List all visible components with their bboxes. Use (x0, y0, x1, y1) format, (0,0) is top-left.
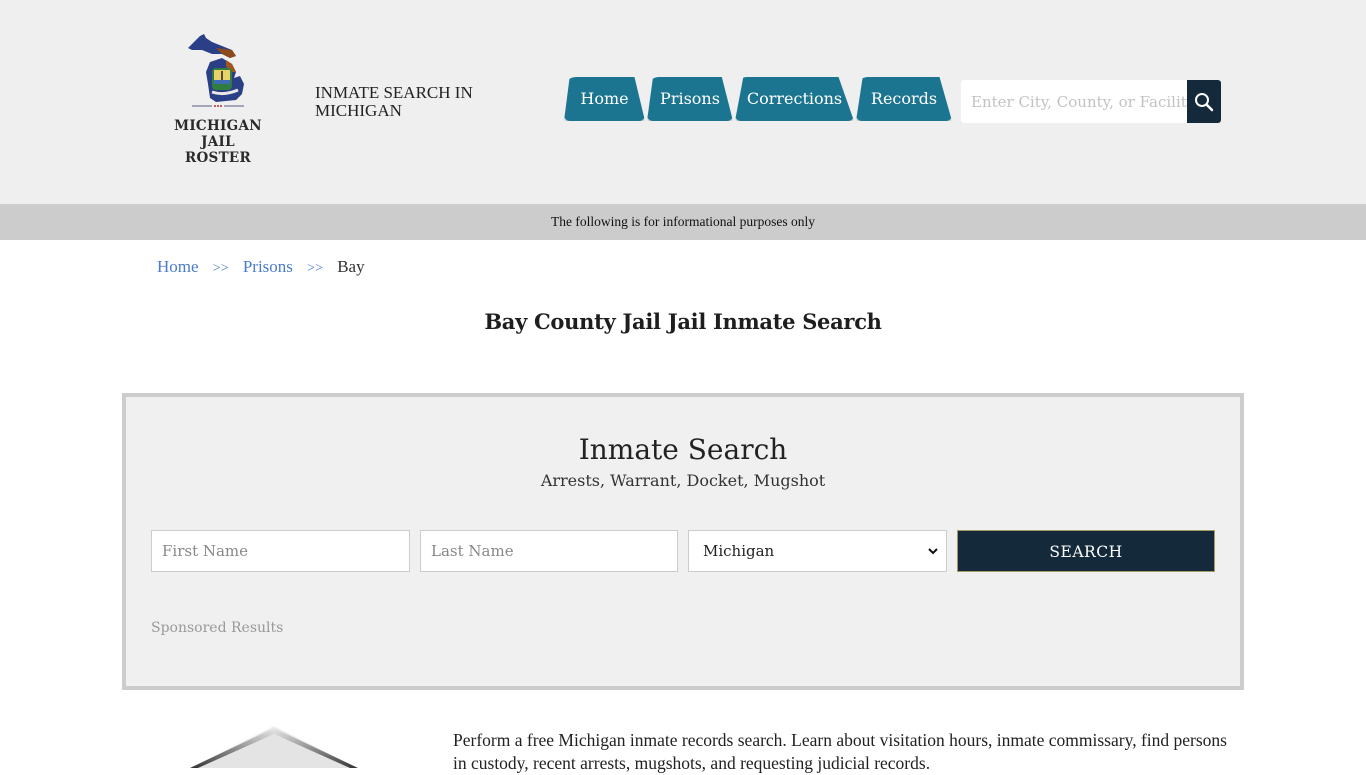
site-logo[interactable]: MICHIGAN JAIL ROSTER (168, 32, 268, 166)
breadcrumb: Home >> Prisons >> Bay (157, 257, 365, 279)
michigan-map-icon (188, 34, 244, 107)
badge-graphic (190, 726, 358, 768)
nav-corrections[interactable]: Corrections (735, 77, 854, 121)
logo-text: MICHIGAN JAIL ROSTER (168, 118, 268, 166)
breadcrumb-separator: >> (212, 261, 229, 276)
panel-title: Inmate Search (578, 433, 788, 466)
logo-line-2: JAIL ROSTER (184, 134, 252, 166)
search-icon (1195, 92, 1214, 111)
breadcrumb-current: Bay (337, 257, 365, 276)
nav-prisons[interactable]: Prisons (647, 77, 733, 121)
site-tagline: INMATE SEARCH IN MICHIGAN (315, 83, 473, 120)
nav-home[interactable]: Home (564, 77, 645, 121)
nav-home-label: Home (580, 89, 629, 108)
nav-corrections-label: Corrections (746, 89, 843, 108)
breadcrumb-home[interactable]: Home (157, 257, 199, 276)
facility-search-button[interactable] (1187, 80, 1221, 123)
nav-prisons-label: Prisons (660, 89, 720, 108)
intro-paragraph: Perform a free Michigan inmate records s… (453, 730, 1227, 773)
breadcrumb-prisons[interactable]: Prisons (243, 257, 293, 276)
breadcrumb-separator: >> (307, 261, 323, 276)
state-select-value: Michigan (703, 542, 775, 560)
nav-records-label: Records (870, 89, 938, 108)
facility-search-input[interactable] (961, 80, 1187, 123)
last-name-input[interactable] (420, 530, 678, 572)
inmate-search-button[interactable]: SEARCH (957, 530, 1215, 572)
sponsored-results-label: Sponsored Results (151, 620, 284, 636)
info-disclaimer-bar: The following is for informational purpo… (0, 204, 1366, 240)
logo-line-1: MICHIGAN (174, 118, 262, 134)
main-nav: Home Prisons Corrections Records (564, 77, 954, 121)
nav-records[interactable]: Records (856, 77, 952, 121)
page-title: Bay County Jail Jail Inmate Search (484, 309, 882, 334)
chevron-down-icon (928, 548, 938, 555)
site-header: MICHIGAN JAIL ROSTER INMATE SEARCH IN MI… (0, 0, 1366, 204)
state-select[interactable]: Michigan (688, 530, 947, 572)
facility-search-box (961, 80, 1221, 123)
panel-subtitle: Arrests, Warrant, Docket, Mugshot (540, 471, 826, 490)
inmate-search-panel: Inmate Search Arrests, Warrant, Docket, … (122, 393, 1244, 690)
first-name-input[interactable] (151, 530, 410, 572)
